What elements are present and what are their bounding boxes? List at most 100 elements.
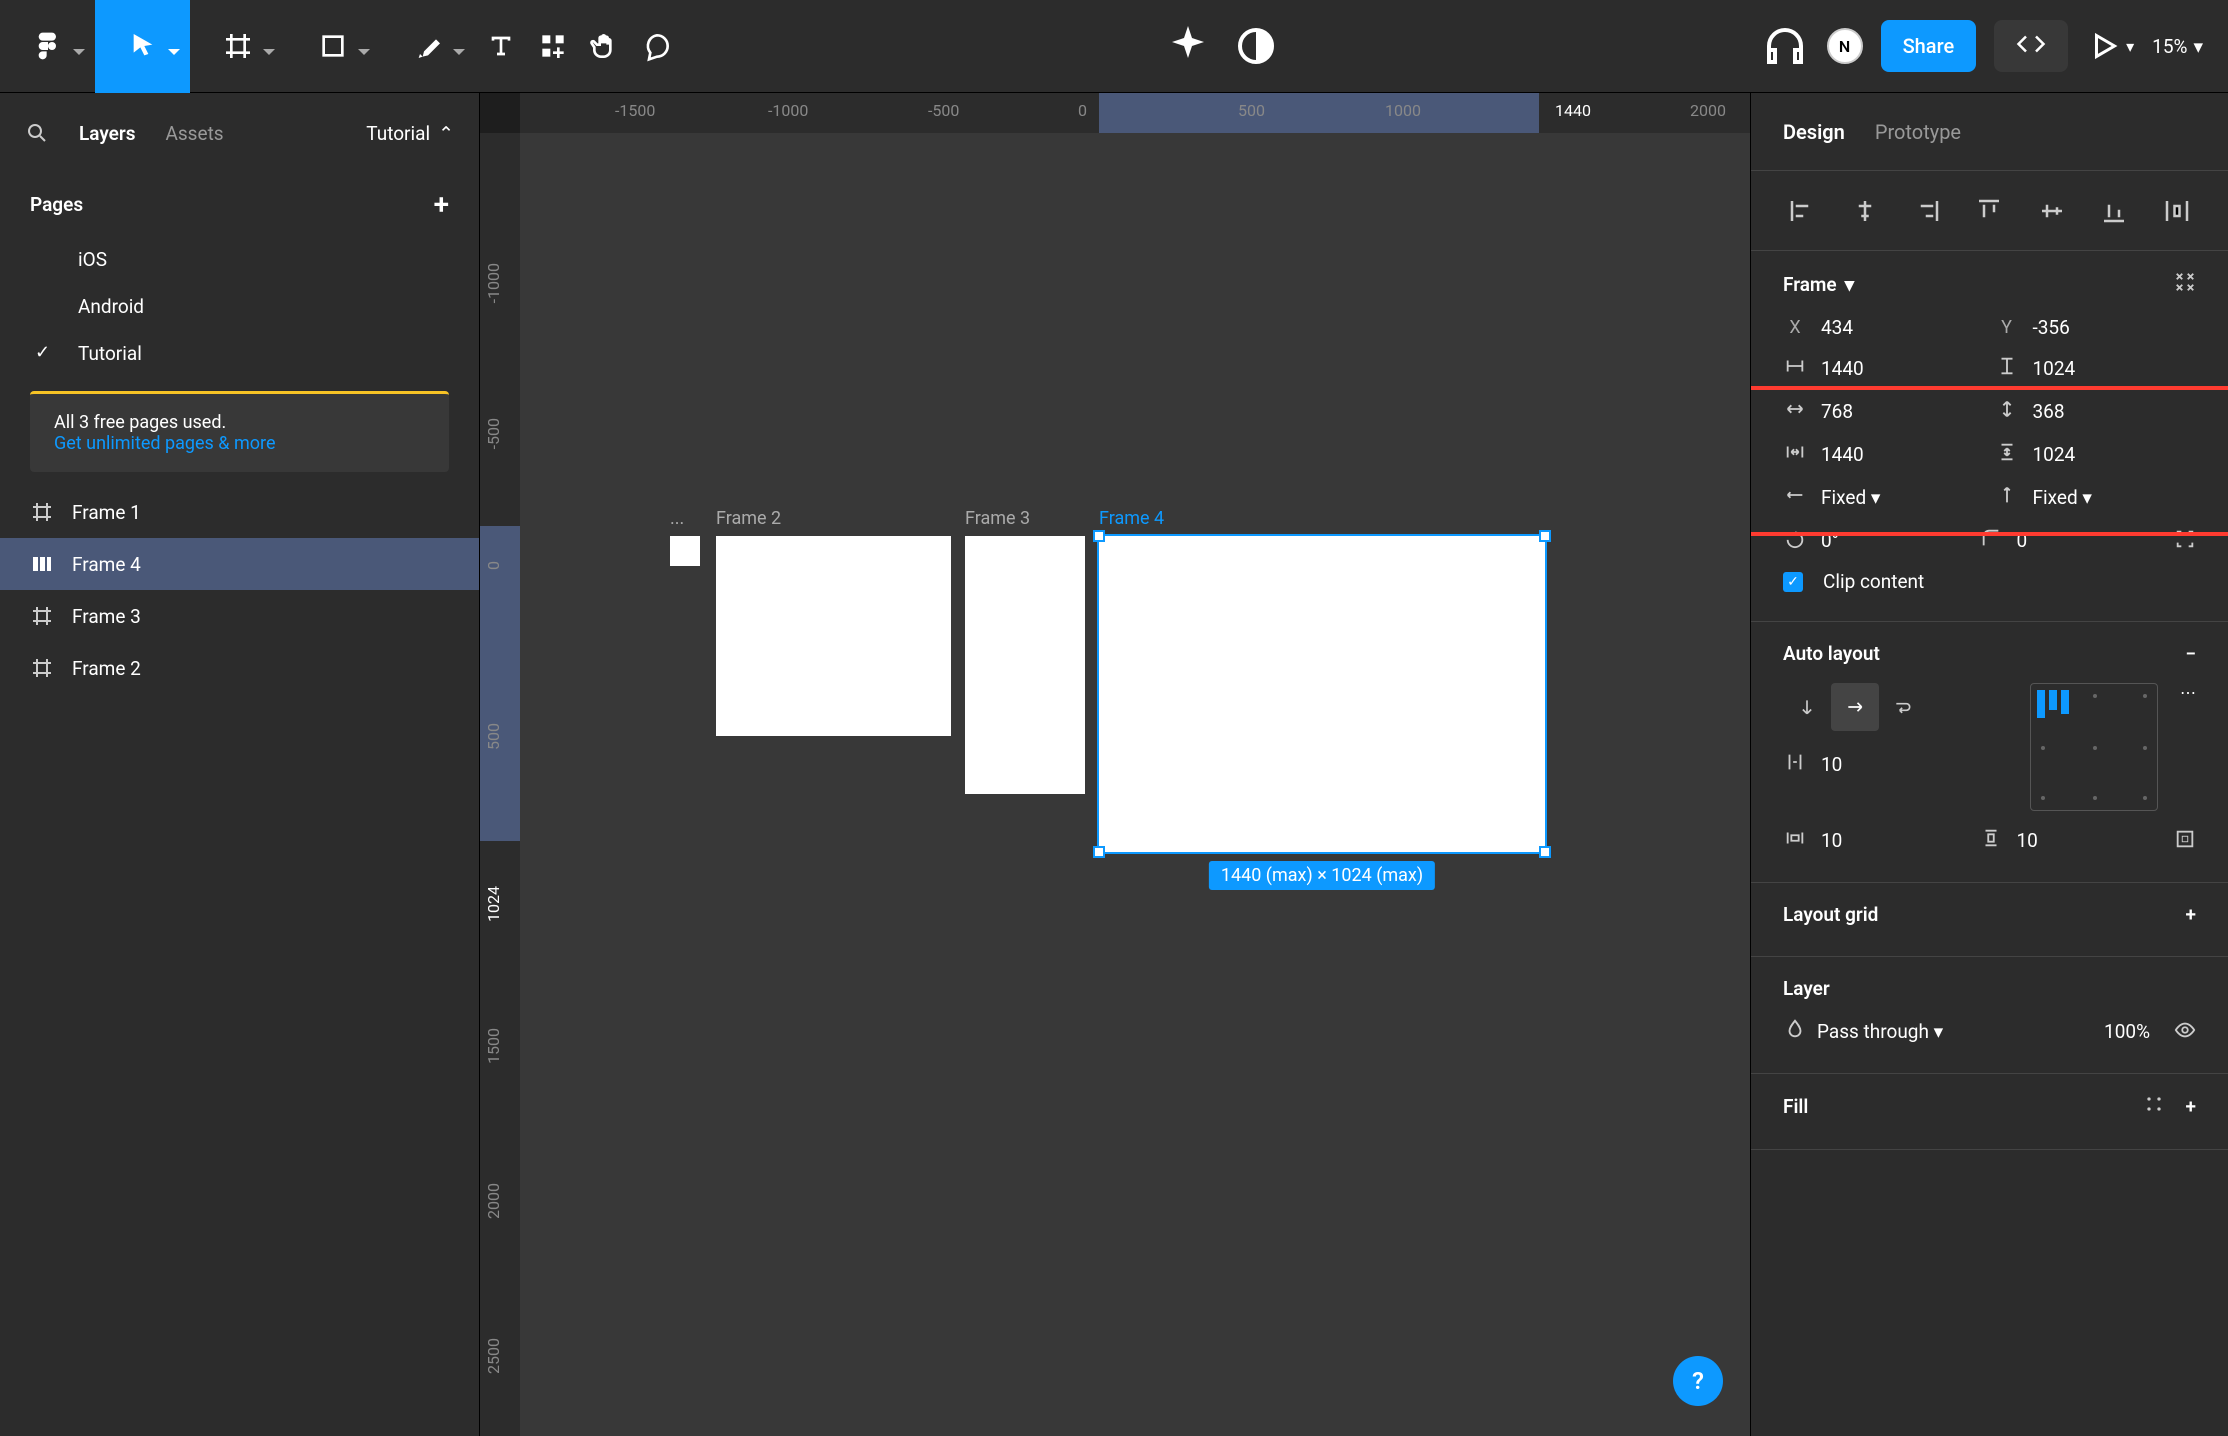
notice-text: All 3 free pages used. xyxy=(54,412,425,433)
canvas-frame-3[interactable]: Frame 3 xyxy=(965,536,1085,794)
tab-design[interactable]: Design xyxy=(1783,120,1845,144)
add-page-button[interactable]: + xyxy=(434,188,449,221)
ruler-selection-h xyxy=(1099,93,1539,133)
main-menu-button[interactable] xyxy=(0,0,95,93)
canvas-area[interactable]: -1500 -1000 -500 0 500 1000 1440 2000 -1… xyxy=(480,93,1750,1436)
pen-tool[interactable] xyxy=(380,0,475,93)
layer-section: Layer Pass through ▾100% xyxy=(1751,957,2228,1074)
page-selector[interactable]: Tutorial ⌃ xyxy=(366,122,454,145)
resize-handle-sw[interactable] xyxy=(1093,846,1105,858)
upgrade-link[interactable]: Get unlimited pages & more xyxy=(54,433,275,454)
frame-tool[interactable] xyxy=(190,0,285,93)
x-input[interactable]: 434 xyxy=(1821,316,1853,339)
direction-wrap[interactable] xyxy=(1879,683,1927,731)
comment-tool[interactable] xyxy=(631,0,683,93)
layer-frame-1[interactable]: Frame 1 xyxy=(0,486,479,538)
ai-tool[interactable] xyxy=(1164,22,1212,70)
layer-frame-4[interactable]: Frame 4 xyxy=(0,538,479,590)
gap-input[interactable]: 10 xyxy=(1821,753,1842,776)
user-avatar[interactable]: N xyxy=(1827,28,1863,64)
v-resize-icon xyxy=(1995,484,2019,511)
contrast-icon xyxy=(1232,22,1280,70)
fill-style-icon[interactable] xyxy=(2144,1094,2164,1119)
shape-tool[interactable] xyxy=(285,0,380,93)
layer-frame-2[interactable]: Frame 2 xyxy=(0,642,479,694)
top-toolbar: N Share ▾ 15% ▾ xyxy=(0,0,2228,93)
audio-button[interactable] xyxy=(1761,22,1809,70)
min-height-input[interactable]: 368 xyxy=(2033,400,2065,423)
max-height-icon xyxy=(1995,441,2019,468)
resize-handle-se[interactable] xyxy=(1539,846,1551,858)
radius-input[interactable]: 0 xyxy=(2017,529,2028,552)
align-center-h-icon[interactable] xyxy=(1850,196,1880,226)
layer-label: Frame 2 xyxy=(72,657,141,680)
align-bottom-icon[interactable] xyxy=(2099,196,2129,226)
remove-autolayout-button[interactable]: − xyxy=(2185,642,2196,665)
add-grid-button[interactable]: + xyxy=(2186,903,2196,926)
min-width-input[interactable]: 768 xyxy=(1821,400,1853,423)
resize-handle-ne[interactable] xyxy=(1539,530,1551,542)
pad-h-input[interactable]: 10 xyxy=(1821,829,1842,852)
page-item-tutorial[interactable]: Tutorial xyxy=(0,330,479,377)
search-icon[interactable] xyxy=(25,121,49,145)
present-button[interactable]: ▾ xyxy=(2086,22,2134,70)
align-center-v-icon[interactable] xyxy=(2037,196,2067,226)
ruler-selection-v xyxy=(480,526,520,841)
h-resize-dropdown[interactable]: Fixed ▾ xyxy=(1821,486,1880,509)
v-resize-dropdown[interactable]: Fixed ▾ xyxy=(2033,486,2092,509)
arrow-right-icon xyxy=(1845,697,1865,717)
tab-assets[interactable]: Assets xyxy=(165,122,223,145)
add-fill-button[interactable]: + xyxy=(2186,1095,2196,1118)
direction-vertical[interactable] xyxy=(1783,683,1831,731)
dev-mode-button[interactable] xyxy=(1994,20,2068,72)
share-button[interactable]: Share xyxy=(1881,20,1977,72)
blend-dropdown[interactable]: Pass through ▾ xyxy=(1817,1020,1943,1043)
rotation-input[interactable]: 0° xyxy=(1821,529,1839,552)
max-width-input[interactable]: 1440 xyxy=(1821,443,1864,466)
help-button[interactable]: ? xyxy=(1673,1356,1723,1406)
canvas[interactable]: ... Frame 2 Frame 3 Frame 4 1440 (max) ×… xyxy=(520,133,1750,1436)
pad-v-input[interactable]: 10 xyxy=(2017,829,2038,852)
resize-handle-nw[interactable] xyxy=(1093,530,1105,542)
frame-section: Frame ▾ X434Y-356 14401024 768368 144010… xyxy=(1751,251,2228,622)
distribute-icon[interactable] xyxy=(2162,196,2192,226)
gap-icon xyxy=(1783,751,1807,778)
chevron-down-icon xyxy=(358,49,370,55)
page-item-android[interactable]: Android xyxy=(0,283,479,330)
move-tool[interactable] xyxy=(95,0,190,93)
zoom-dropdown[interactable]: 15% ▾ xyxy=(2152,35,2203,58)
alignment-box[interactable] xyxy=(2030,683,2158,811)
align-left-icon[interactable] xyxy=(1787,196,1817,226)
frame-header[interactable]: Frame ▾ xyxy=(1751,271,2228,308)
text-tool[interactable] xyxy=(475,0,527,93)
height-input[interactable]: 1024 xyxy=(2033,357,2076,380)
pad-v-icon xyxy=(1979,827,2003,854)
page-item-ios[interactable]: iOS xyxy=(0,236,479,283)
align-top-icon[interactable] xyxy=(1974,196,2004,226)
pad-h-icon xyxy=(1783,827,1807,854)
canvas-frame-4[interactable]: Frame 4 1440 (max) × 1024 (max) xyxy=(1099,536,1545,852)
clip-content-checkbox[interactable]: ✓ xyxy=(1783,572,1803,592)
resize-to-fit-icon[interactable] xyxy=(2174,271,2196,298)
direction-horizontal[interactable] xyxy=(1831,683,1879,731)
opacity-input[interactable]: 100% xyxy=(2104,1020,2150,1043)
resources-tool[interactable] xyxy=(527,0,579,93)
visibility-icon[interactable] xyxy=(2174,1019,2196,1045)
alignment-controls xyxy=(1751,171,2228,251)
figma-logo-icon xyxy=(32,30,64,62)
tab-layers[interactable]: Layers xyxy=(79,122,135,145)
individual-corners-icon[interactable] xyxy=(2174,528,2196,554)
canvas-frame-ellipsis[interactable]: ... xyxy=(670,536,700,566)
autolayout-more[interactable]: ⋯ xyxy=(2180,683,2196,702)
width-input[interactable]: 1440 xyxy=(1821,357,1864,380)
individual-padding-icon[interactable] xyxy=(2174,828,2196,854)
max-height-input[interactable]: 1024 xyxy=(2033,443,2076,466)
canvas-frame-2[interactable]: Frame 2 xyxy=(716,536,951,736)
tab-prototype[interactable]: Prototype xyxy=(1875,120,1961,144)
contrast-tool[interactable] xyxy=(1232,22,1280,70)
align-right-icon[interactable] xyxy=(1912,196,1942,226)
layer-frame-3[interactable]: Frame 3 xyxy=(0,590,479,642)
hand-tool[interactable] xyxy=(579,0,631,93)
chevron-down-icon xyxy=(168,49,180,55)
y-input[interactable]: -356 xyxy=(2033,316,2070,339)
